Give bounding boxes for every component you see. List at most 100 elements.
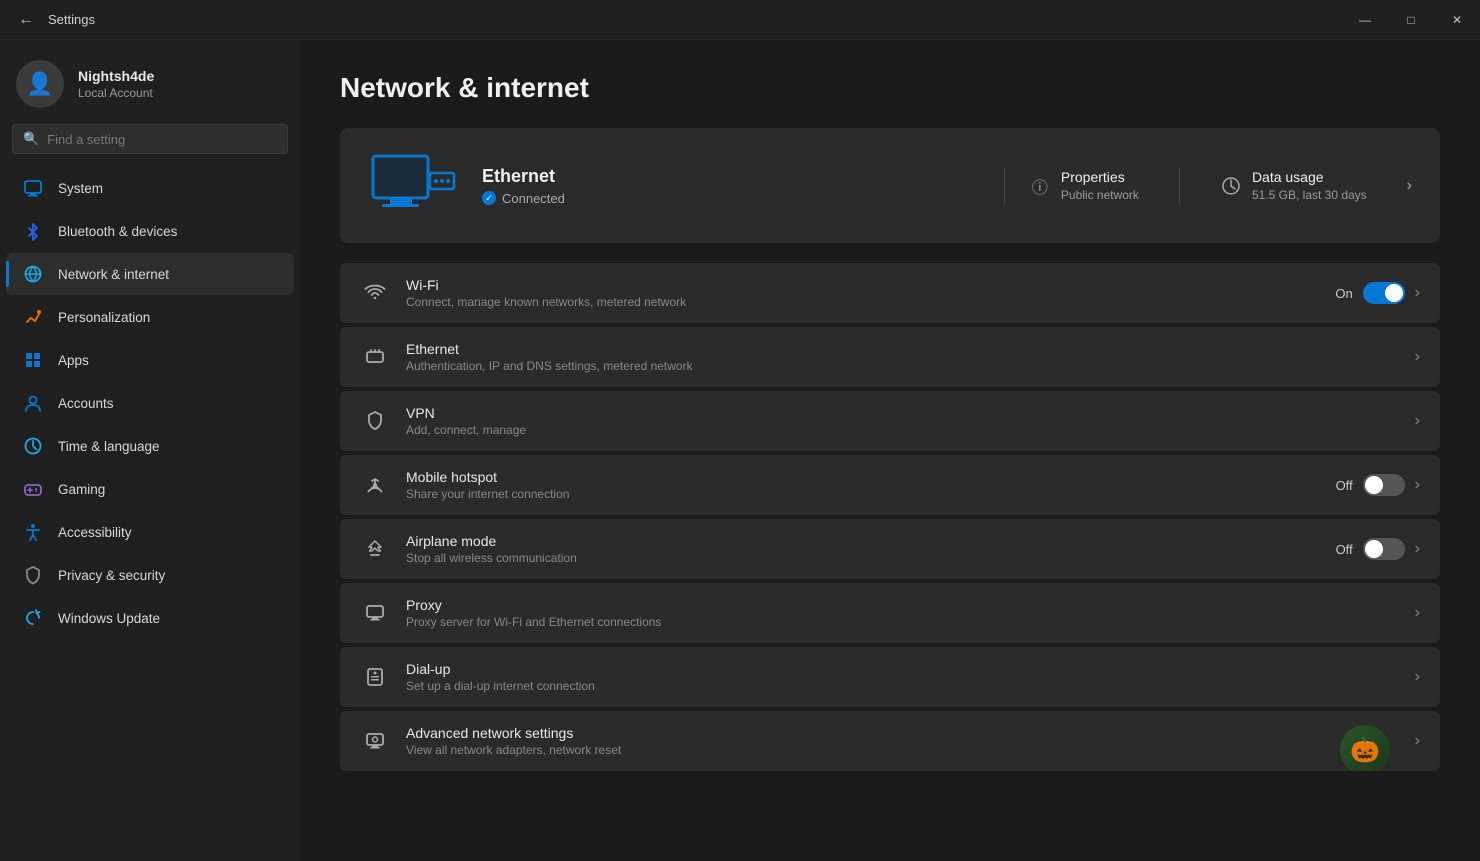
data-usage-label: Data usage bbox=[1252, 169, 1367, 185]
setting-text-advanced: Advanced network settings View all netwo… bbox=[406, 725, 1399, 757]
search-container: 🔍 bbox=[0, 124, 300, 166]
hotspot-setting-icon bbox=[360, 470, 390, 500]
data-usage-section[interactable]: Data usage 51.5 GB, last 30 days bbox=[1220, 169, 1367, 202]
setting-right-advanced: › bbox=[1415, 732, 1420, 750]
setting-desc-airplane: Stop all wireless communication bbox=[406, 551, 1320, 565]
sidebar-item-accounts[interactable]: Accounts bbox=[6, 382, 294, 424]
setting-name-wifi: Wi-Fi bbox=[406, 277, 1319, 293]
close-button[interactable]: ✕ bbox=[1434, 0, 1480, 40]
toggle-thumb-airplane bbox=[1365, 540, 1383, 558]
personalization-icon bbox=[22, 306, 44, 328]
sidebar-item-label-system: System bbox=[58, 181, 103, 196]
back-button[interactable]: ← bbox=[12, 6, 40, 34]
setting-row-proxy[interactable]: Proxy Proxy server for Wi-Fi and Etherne… bbox=[340, 583, 1440, 643]
setting-row-ethernet[interactable]: Ethernet Authentication, IP and DNS sett… bbox=[340, 327, 1440, 387]
setting-desc-vpn: Add, connect, manage bbox=[406, 423, 1399, 437]
setting-name-hotspot: Mobile hotspot bbox=[406, 469, 1320, 485]
apps-icon bbox=[22, 349, 44, 371]
sidebar-item-label-gaming: Gaming bbox=[58, 482, 105, 497]
sidebar-item-network[interactable]: Network & internet bbox=[6, 253, 294, 295]
setting-row-vpn[interactable]: VPN Add, connect, manage › bbox=[340, 391, 1440, 451]
setting-right-dialup: › bbox=[1415, 668, 1420, 686]
setting-right-proxy: › bbox=[1415, 604, 1420, 622]
sidebar-item-label-time: Time & language bbox=[58, 439, 160, 454]
sidebar: 👤 Nightsh4de Local Account 🔍 System Blue… bbox=[0, 40, 300, 861]
user-profile[interactable]: 👤 Nightsh4de Local Account bbox=[0, 40, 300, 124]
sidebar-item-personalization[interactable]: Personalization bbox=[6, 296, 294, 338]
chevron-dialup: › bbox=[1415, 668, 1420, 686]
toggle-label-hotspot: Off bbox=[1336, 478, 1353, 493]
sidebar-item-accessibility[interactable]: Accessibility bbox=[6, 511, 294, 553]
ethernet-info: Ethernet Connected bbox=[482, 166, 980, 206]
divider-2 bbox=[1179, 168, 1180, 204]
ethernet-card-chevron: › bbox=[1407, 177, 1412, 195]
app-title: Settings bbox=[48, 12, 95, 27]
chevron-hotspot: › bbox=[1415, 476, 1420, 494]
sidebar-item-update[interactable]: Windows Update bbox=[6, 597, 294, 639]
properties-item: Properties Public network bbox=[1061, 169, 1139, 202]
setting-right-hotspot: Off › bbox=[1336, 474, 1420, 496]
toggle-thumb-wifi bbox=[1385, 284, 1403, 302]
gaming-icon bbox=[22, 478, 44, 500]
setting-row-airplane[interactable]: Airplane mode Stop all wireless communic… bbox=[340, 519, 1440, 579]
properties-label: Properties bbox=[1061, 169, 1139, 185]
setting-text-vpn: VPN Add, connect, manage bbox=[406, 405, 1399, 437]
setting-desc-wifi: Connect, manage known networks, metered … bbox=[406, 295, 1319, 309]
setting-row-wifi[interactable]: Wi-Fi Connect, manage known networks, me… bbox=[340, 263, 1440, 323]
setting-name-vpn: VPN bbox=[406, 405, 1399, 421]
setting-desc-dialup: Set up a dial-up internet connection bbox=[406, 679, 1399, 693]
toggle-label-airplane: Off bbox=[1336, 542, 1353, 557]
time-icon bbox=[22, 435, 44, 457]
chevron-airplane: › bbox=[1415, 540, 1420, 558]
sidebar-item-label-accounts: Accounts bbox=[58, 396, 114, 411]
settings-list: Wi-Fi Connect, manage known networks, me… bbox=[340, 263, 1440, 771]
ethernet-meta: ⓘ Properties Public network bbox=[1029, 168, 1412, 204]
ethernet-name: Ethernet bbox=[482, 166, 980, 187]
ethernet-card[interactable]: Ethernet Connected ⓘ Properties Public n… bbox=[340, 128, 1440, 243]
privacy-icon bbox=[22, 564, 44, 586]
setting-text-hotspot: Mobile hotspot Share your internet conne… bbox=[406, 469, 1320, 501]
setting-right-vpn: › bbox=[1415, 412, 1420, 430]
content-area: Network & internet bbox=[300, 40, 1480, 861]
chevron-proxy: › bbox=[1415, 604, 1420, 622]
properties-section[interactable]: ⓘ Properties Public network bbox=[1029, 169, 1139, 202]
setting-row-hotspot[interactable]: Mobile hotspot Share your internet conne… bbox=[340, 455, 1440, 515]
user-name: Nightsh4de bbox=[78, 68, 154, 84]
ethernet-setting-icon bbox=[360, 342, 390, 372]
setting-desc-ethernet: Authentication, IP and DNS settings, met… bbox=[406, 359, 1399, 373]
sidebar-item-privacy[interactable]: Privacy & security bbox=[6, 554, 294, 596]
sidebar-item-time[interactable]: Time & language bbox=[6, 425, 294, 467]
ethernet-status: Connected bbox=[482, 191, 980, 206]
maximize-icon: □ bbox=[1407, 13, 1414, 27]
setting-right-airplane: Off › bbox=[1336, 538, 1420, 560]
titlebar: ← Settings ― □ ✕ bbox=[0, 0, 1480, 40]
toggle-wifi[interactable] bbox=[1363, 282, 1405, 304]
ethernet-icon bbox=[368, 148, 458, 223]
toggle-hotspot[interactable] bbox=[1363, 474, 1405, 496]
sidebar-item-system[interactable]: System bbox=[6, 167, 294, 209]
chevron-advanced: › bbox=[1415, 732, 1420, 750]
proxy-setting-icon bbox=[360, 598, 390, 628]
connected-indicator bbox=[482, 191, 496, 205]
connected-label: Connected bbox=[502, 191, 565, 206]
toggle-airplane[interactable] bbox=[1363, 538, 1405, 560]
back-icon: ← bbox=[18, 11, 34, 29]
sidebar-item-apps[interactable]: Apps bbox=[6, 339, 294, 381]
setting-row-dialup[interactable]: Dial-up Set up a dial-up internet connec… bbox=[340, 647, 1440, 707]
vpn-setting-icon bbox=[360, 406, 390, 436]
search-input[interactable] bbox=[47, 132, 277, 147]
sidebar-item-gaming[interactable]: Gaming bbox=[6, 468, 294, 510]
avatar: 👤 bbox=[16, 60, 64, 108]
avatar-icon: 👤 bbox=[26, 71, 53, 97]
update-icon bbox=[22, 607, 44, 629]
bluetooth-icon bbox=[22, 220, 44, 242]
sidebar-item-label-accessibility: Accessibility bbox=[58, 525, 132, 540]
sidebar-item-bluetooth[interactable]: Bluetooth & devices bbox=[6, 210, 294, 252]
setting-row-advanced[interactable]: Advanced network settings View all netwo… bbox=[340, 711, 1440, 771]
minimize-button[interactable]: ― bbox=[1342, 0, 1388, 40]
watermark: 🎃 bbox=[1340, 725, 1390, 771]
maximize-button[interactable]: □ bbox=[1388, 0, 1434, 40]
sidebar-item-label-bluetooth: Bluetooth & devices bbox=[58, 224, 177, 239]
setting-name-airplane: Airplane mode bbox=[406, 533, 1320, 549]
setting-text-wifi: Wi-Fi Connect, manage known networks, me… bbox=[406, 277, 1319, 309]
